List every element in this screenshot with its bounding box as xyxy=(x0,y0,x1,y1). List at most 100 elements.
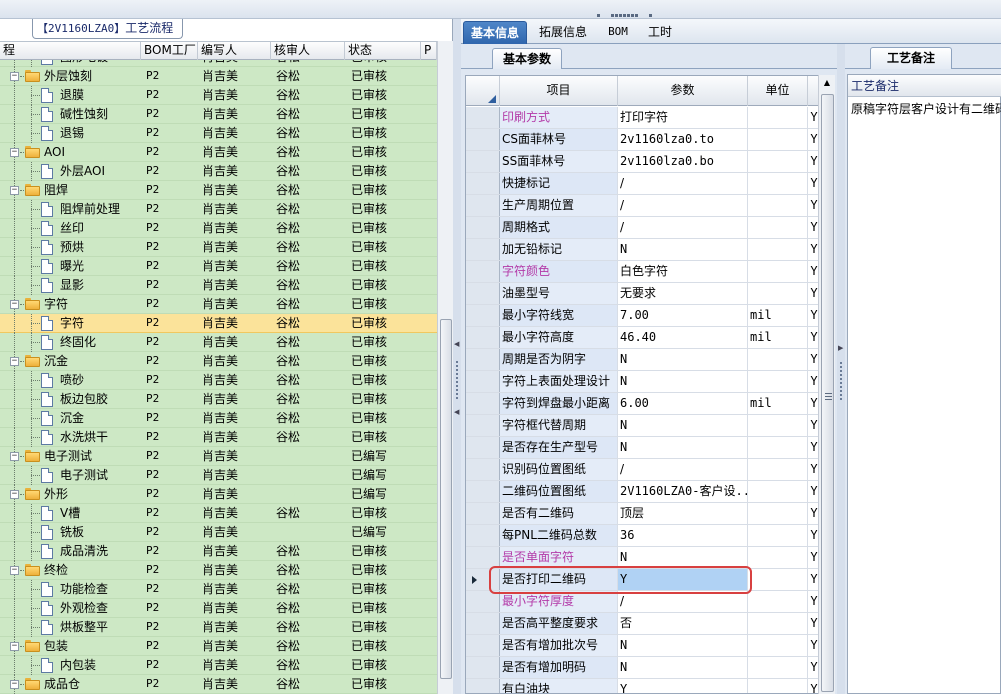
row-indicator[interactable] xyxy=(466,173,500,194)
row-indicator[interactable] xyxy=(466,305,500,326)
param-row[interactable]: 生产周期位置 / Y xyxy=(466,195,819,217)
collapse-icon[interactable]: − xyxy=(10,680,19,689)
param-value[interactable]: N xyxy=(618,635,748,656)
param-value[interactable]: / xyxy=(618,173,748,194)
collapse-icon[interactable]: − xyxy=(10,566,19,575)
collapse-icon[interactable]: − xyxy=(10,300,19,309)
col-param[interactable]: 参数 xyxy=(618,76,748,106)
param-row[interactable]: 字符框代替周期 N Y xyxy=(466,415,819,437)
tree-group-row[interactable]: − 包装 P2 肖吉美 谷松 已审核 xyxy=(0,637,437,656)
param-value[interactable]: 白色字符 xyxy=(618,261,748,282)
tree-group-row[interactable]: − 沉金 P2 肖吉美 谷松 已审核 xyxy=(0,352,437,371)
param-value[interactable]: N xyxy=(618,415,748,436)
param-value[interactable]: 无要求 xyxy=(618,283,748,304)
row-indicator[interactable] xyxy=(466,283,500,304)
param-value[interactable]: 2V1160LZA0-客户设... xyxy=(618,481,748,502)
collapse-icon[interactable]: − xyxy=(10,357,19,366)
param-row[interactable]: 最小字符厚度 / Y xyxy=(466,591,819,613)
tree-step-row[interactable]: 水洗烘干 P2 肖吉美 谷松 已审核 xyxy=(0,428,437,447)
tab-bom[interactable]: BOM xyxy=(601,21,635,44)
tree-step-row[interactable]: 预烘 P2 肖吉美 谷松 已审核 xyxy=(0,238,437,257)
param-row[interactable]: 字符上表面处理设计 N Y xyxy=(466,371,819,393)
row-indicator[interactable] xyxy=(466,679,500,693)
tree-group-row[interactable]: − 终检 P2 肖吉美 谷松 已审核 xyxy=(0,561,437,580)
tree-group-row[interactable]: − AOI P2 肖吉美 谷松 已审核 xyxy=(0,143,437,162)
col-writer[interactable]: 编写人 xyxy=(198,42,271,60)
param-row[interactable]: 有白油块 Y Y xyxy=(466,679,819,693)
row-indicator[interactable] xyxy=(466,129,500,150)
tree-group-row[interactable]: − 电子测试 P2 肖吉美 已编写 xyxy=(0,447,437,466)
param-value[interactable]: / xyxy=(618,459,748,480)
row-indicator[interactable] xyxy=(466,415,500,436)
param-value[interactable]: / xyxy=(618,195,748,216)
row-indicator[interactable] xyxy=(466,151,500,172)
row-indicator[interactable] xyxy=(466,239,500,260)
row-indicator[interactable] xyxy=(466,437,500,458)
tree-scroll-thumb[interactable] xyxy=(440,319,452,679)
process-flow-tab[interactable]: 【2V1160LZA0】工艺流程 xyxy=(32,19,183,39)
tab-process-notes[interactable]: 工艺备注 xyxy=(870,47,952,69)
param-row[interactable]: 加无铅标记 N Y xyxy=(466,239,819,261)
tree-step-row[interactable]: 图形电镀 P2 肖吉美 谷松 已审核 xyxy=(0,60,437,67)
tree-step-row[interactable]: 板边包胶 P2 肖吉美 谷松 已审核 xyxy=(0,390,437,409)
tree-step-row[interactable]: 阻焊前处理 P2 肖吉美 谷松 已审核 xyxy=(0,200,437,219)
param-value[interactable]: 2v1160lza0.bo xyxy=(618,151,748,172)
collapse-icon[interactable]: − xyxy=(10,642,19,651)
param-row[interactable]: 字符到焊盘最小距离 6.00 mil Y xyxy=(466,393,819,415)
tree-step-row[interactable]: 丝印 P2 肖吉美 谷松 已审核 xyxy=(0,219,437,238)
param-value[interactable]: N xyxy=(618,547,748,568)
tree-step-row[interactable]: 喷砂 P2 肖吉美 谷松 已审核 xyxy=(0,371,437,390)
collapse-icon[interactable]: − xyxy=(10,452,19,461)
param-row[interactable]: 油墨型号 无要求 Y xyxy=(466,283,819,305)
param-row[interactable]: 快捷标记 / Y xyxy=(466,173,819,195)
col-unit[interactable]: 单位 xyxy=(748,76,808,106)
grid-scroll-thumb[interactable] xyxy=(821,94,834,692)
tree-step-row[interactable]: 成品清洗 P2 肖吉美 谷松 已审核 xyxy=(0,542,437,561)
row-indicator[interactable] xyxy=(466,393,500,414)
param-row[interactable]: SS面菲林号 2v1160lza0.bo Y xyxy=(466,151,819,173)
param-row[interactable]: 周期格式 / Y xyxy=(466,217,819,239)
param-value[interactable]: N xyxy=(618,371,748,392)
row-indicator[interactable] xyxy=(466,591,500,612)
row-indicator[interactable] xyxy=(466,459,500,480)
param-value[interactable]: 否 xyxy=(618,613,748,634)
collapse-left-icon-2[interactable]: ◀ xyxy=(454,409,460,416)
notes-text[interactable]: 原稿字符层客户设计有二维码 xyxy=(851,100,1001,117)
param-value[interactable]: 7.00 xyxy=(618,305,748,326)
row-indicator[interactable] xyxy=(466,613,500,634)
row-indicator[interactable] xyxy=(466,525,500,546)
param-row[interactable]: 最小字符高度 46.40 mil Y xyxy=(466,327,819,349)
param-value[interactable]: 2v1160lza0.to xyxy=(618,129,748,150)
row-indicator[interactable] xyxy=(466,195,500,216)
tree-step-row[interactable]: 铣板 P2 肖吉美 已编写 xyxy=(0,523,437,542)
param-row[interactable]: 每PNL二维码总数 36 Y xyxy=(466,525,819,547)
row-indicator[interactable] xyxy=(466,107,500,128)
param-row[interactable]: 是否高平整度要求否 Y xyxy=(466,613,819,635)
param-value[interactable]: Y xyxy=(618,679,748,693)
tree-step-row[interactable]: 电子测试 P2 肖吉美 已编写 xyxy=(0,466,437,485)
row-indicator[interactable] xyxy=(466,657,500,678)
tree-group-row[interactable]: − 字符 P2 肖吉美 谷松 已审核 xyxy=(0,295,437,314)
tree-step-row[interactable]: 内包装 P2 肖吉美 谷松 已审核 xyxy=(0,656,437,675)
tree-scrollbar[interactable] xyxy=(437,41,453,694)
collapse-icon[interactable]: − xyxy=(10,490,19,499)
splitter-grip[interactable] xyxy=(597,12,657,18)
param-row[interactable]: 识别码位置图纸 / Y xyxy=(466,459,819,481)
tree-group-row[interactable]: − 外层蚀刻 P2 肖吉美 谷松 已审核 xyxy=(0,67,437,86)
param-row[interactable]: 印刷方式 打印字符 Y xyxy=(466,107,819,129)
param-row[interactable]: 二维码位置图纸 2V1160LZA0-客户设... Y xyxy=(466,481,819,503)
param-row[interactable]: 是否有增加批次号 N Y xyxy=(466,635,819,657)
param-row[interactable]: 周期是否为阴字 N Y xyxy=(466,349,819,371)
tree-step-row[interactable]: V槽 P2 肖吉美 谷松 已审核 xyxy=(0,504,437,523)
tree-step-row[interactable]: 功能检查 P2 肖吉美 谷松 已审核 xyxy=(0,580,437,599)
tree-step-row[interactable]: 字符 P2 肖吉美 谷松 已审核 xyxy=(0,314,437,333)
col-flow[interactable]: 程 xyxy=(0,42,141,60)
param-row[interactable]: 最小字符线宽 7.00 mil Y xyxy=(466,305,819,327)
tree-group-row[interactable]: − 阻焊 P2 肖吉美 谷松 已审核 xyxy=(0,181,437,200)
param-row[interactable]: CS面菲林号 2v1160lza0.to Y xyxy=(466,129,819,151)
tree-step-row[interactable]: 退锡 P2 肖吉美 谷松 已审核 xyxy=(0,124,437,143)
row-indicator[interactable] xyxy=(466,547,500,568)
tree-step-row[interactable]: 显影 P2 肖吉美 谷松 已审核 xyxy=(0,276,437,295)
param-value[interactable]: N xyxy=(618,437,748,458)
tree-group-row[interactable]: − 外形 P2 肖吉美 已编写 xyxy=(0,485,437,504)
